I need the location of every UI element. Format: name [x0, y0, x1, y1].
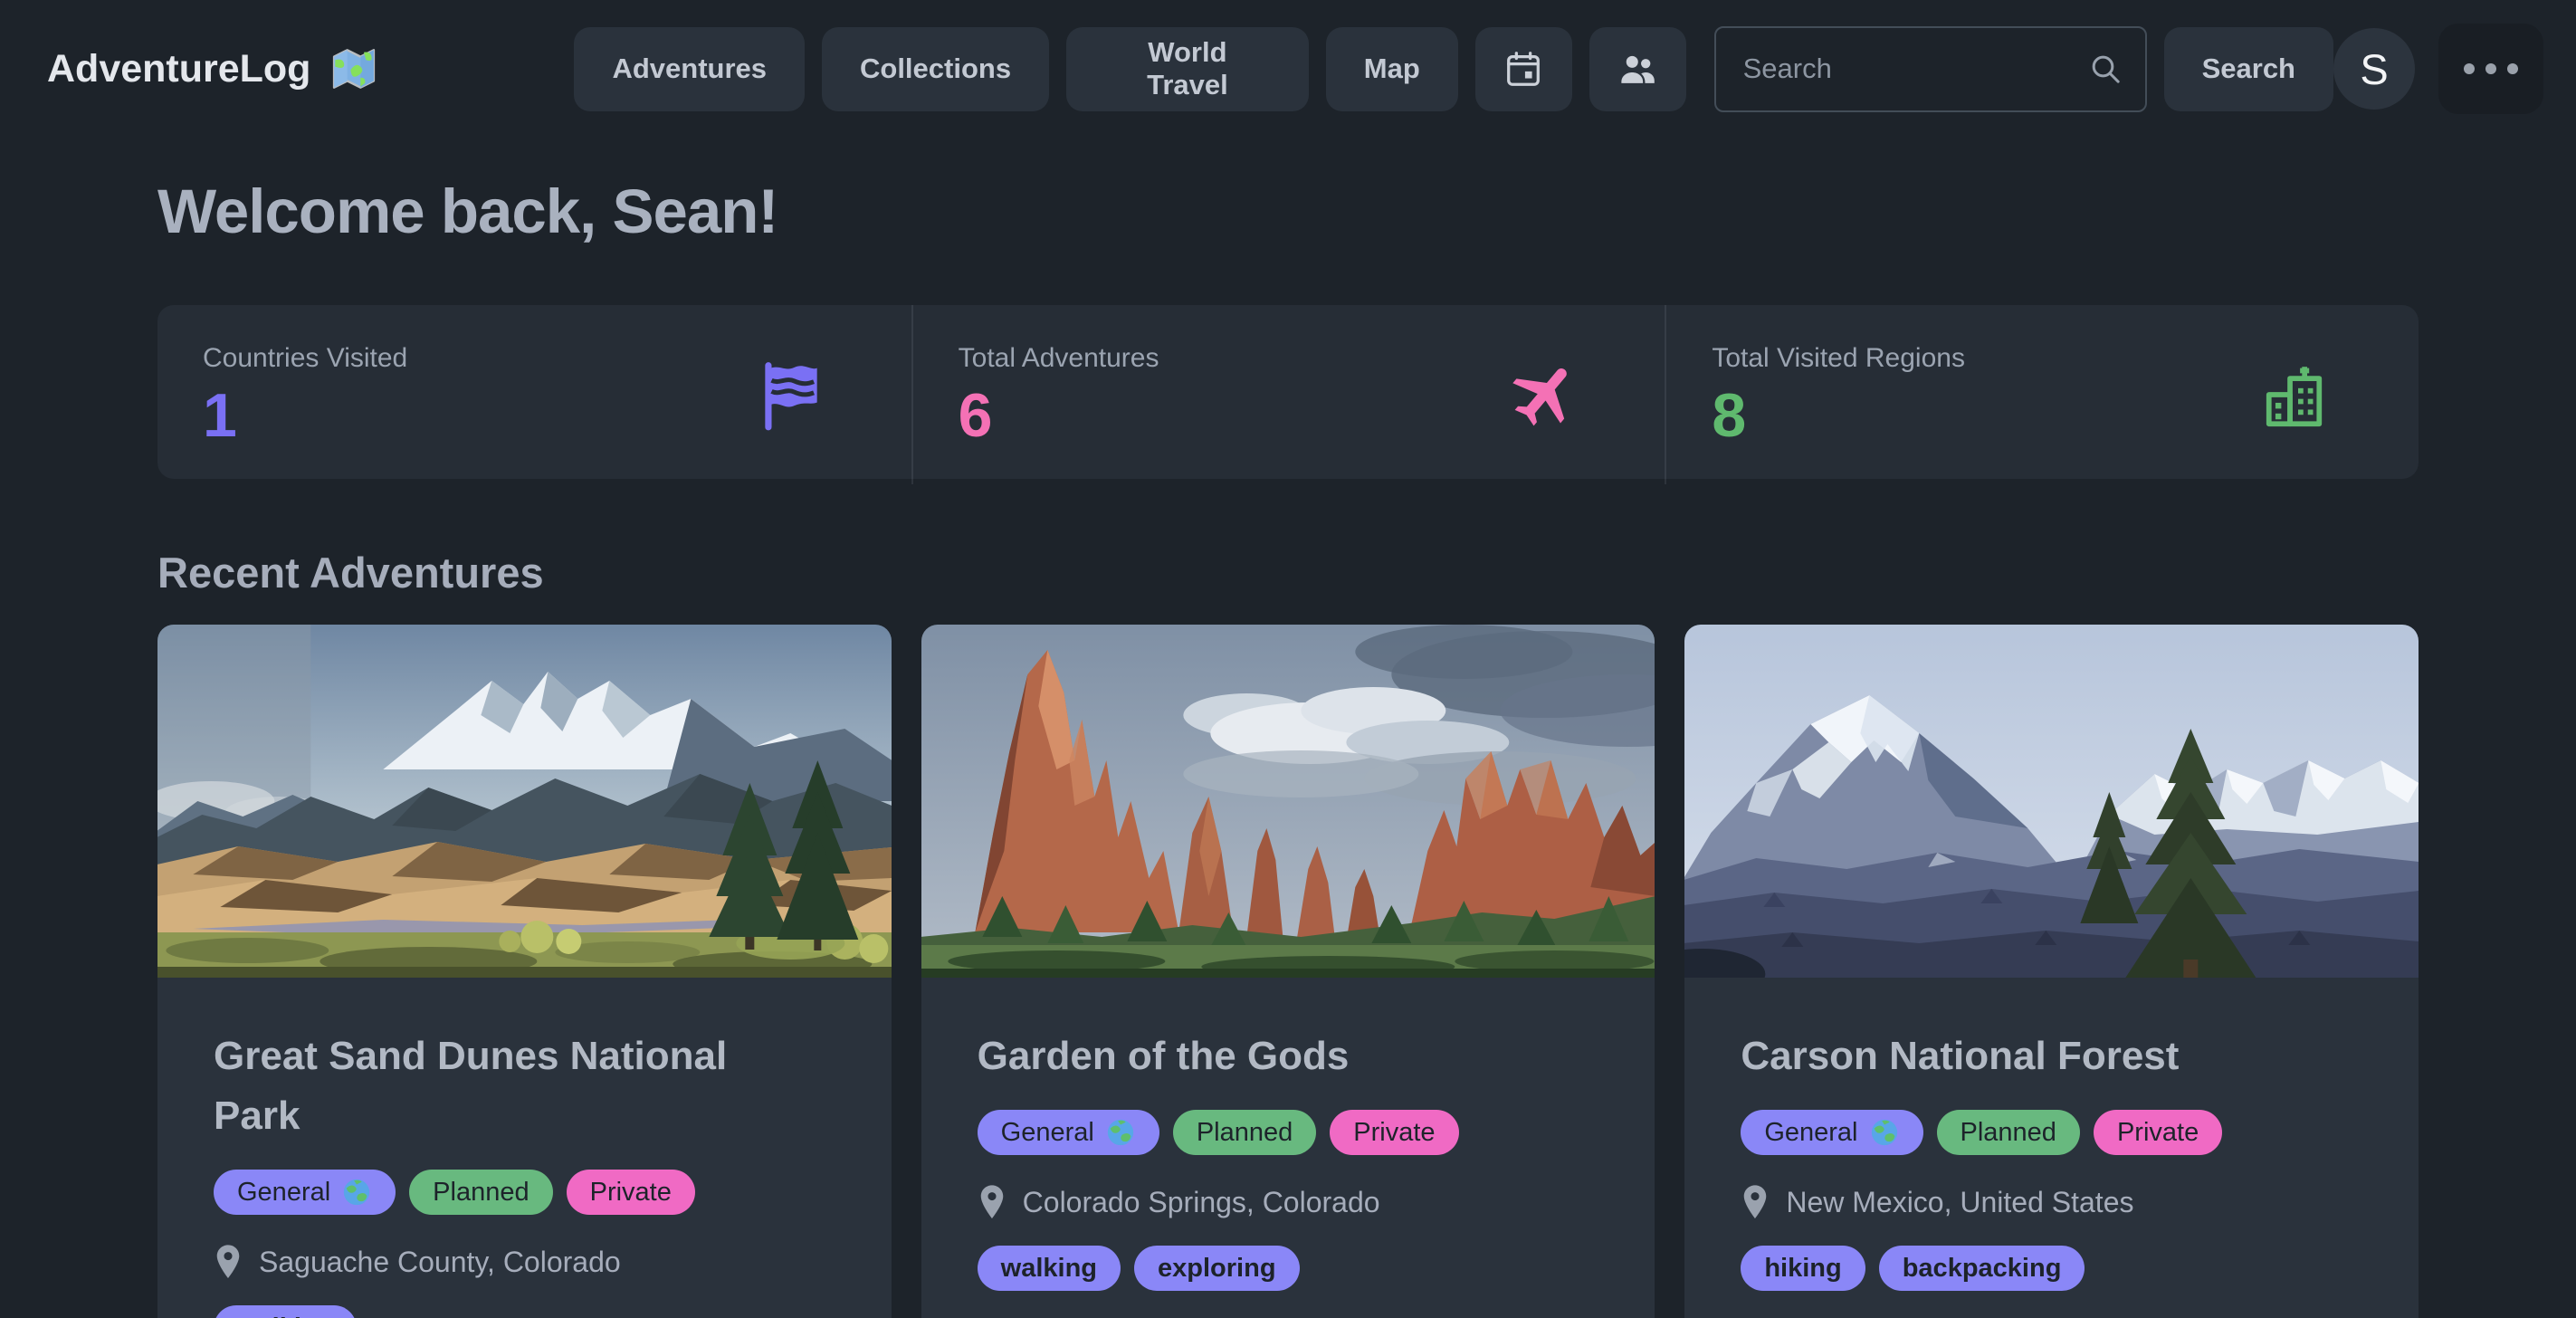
card-body: Great Sand Dunes National Park General P…: [157, 978, 892, 1318]
stat-total-adventures: Total Adventures 6: [911, 305, 1665, 484]
more-menu-button[interactable]: [2438, 24, 2543, 114]
ellipsis-icon: [2462, 62, 2520, 76]
stats-panel: Countries Visited 1 Total Adventures 6 T…: [157, 305, 2419, 479]
welcome-heading: Welcome back, Sean!: [157, 176, 2419, 247]
shared-users-button[interactable]: [1589, 27, 1686, 111]
search-field-wrap: [1714, 26, 2147, 112]
location-row: Colorado Springs, Colorado: [978, 1184, 1599, 1220]
flag-icon: [752, 356, 830, 434]
location-text: Colorado Springs, Colorado: [1023, 1186, 1380, 1219]
brand-name: AdventureLog: [47, 47, 310, 91]
activity-tag: walking: [978, 1246, 1121, 1291]
badge-private: Private: [2094, 1110, 2222, 1155]
stat-countries-visited: Countries Visited 1: [157, 305, 911, 484]
calendar-button[interactable]: [1475, 27, 1572, 111]
adventure-title[interactable]: Great Sand Dunes National Park: [214, 1027, 775, 1146]
carson-forest-photo[interactable]: [1684, 625, 2419, 978]
tag-row: hiking backpacking: [1741, 1246, 2362, 1291]
badge-private: Private: [567, 1170, 695, 1215]
tag-row: walking exploring: [978, 1246, 1599, 1291]
adventure-card[interactable]: Garden of the Gods General Planned Priva…: [921, 625, 1655, 1318]
nav-item-map[interactable]: Map: [1326, 27, 1458, 111]
card-body: Garden of the Gods General Planned Priva…: [921, 978, 1655, 1318]
location-pin-icon: [214, 1244, 243, 1280]
badge-row: General Planned Private: [978, 1110, 1599, 1155]
location-row: New Mexico, United States: [1741, 1184, 2362, 1220]
map-icon: [329, 43, 379, 94]
adventure-card[interactable]: Great Sand Dunes National Park General P…: [157, 625, 892, 1318]
navbar: AdventureLog Adventures Collections Worl…: [0, 0, 2576, 138]
app-logo[interactable]: AdventureLog: [47, 43, 379, 94]
badge-planned: Planned: [1937, 1110, 2080, 1155]
adventure-title[interactable]: Garden of the Gods: [978, 1027, 1539, 1086]
adventure-title[interactable]: Carson National Forest: [1741, 1027, 2302, 1086]
users-icon: [1617, 48, 1658, 90]
badge-row: General Planned Private: [1741, 1110, 2362, 1155]
card-body: Carson National Forest General Planned P…: [1684, 978, 2419, 1318]
city-icon: [2259, 356, 2337, 434]
section-heading: Recent Adventures: [157, 548, 2419, 597]
navbar-right: S: [2333, 24, 2543, 114]
recent-adventures-grid: Great Sand Dunes National Park General P…: [157, 625, 2419, 1318]
sand-dunes-photo[interactable]: [157, 625, 892, 978]
calendar-icon: [1503, 48, 1544, 90]
badge-planned: Planned: [1173, 1110, 1316, 1155]
nav-item-adventures[interactable]: Adventures: [574, 27, 805, 111]
tag-row: walking: [214, 1305, 835, 1318]
main-content: Welcome back, Sean! Countries Visited 1 …: [0, 176, 2576, 1318]
nav-item-world-travel[interactable]: World Travel: [1066, 27, 1309, 111]
nav-item-collections[interactable]: Collections: [822, 27, 1049, 111]
search-input[interactable]: [1714, 26, 2147, 112]
location-text: Saguache County, Colorado: [259, 1246, 621, 1279]
stat-total-visited-regions: Total Visited Regions 8: [1665, 305, 2419, 484]
search-icon: [2087, 51, 2123, 87]
globe-icon: [1105, 1117, 1136, 1148]
badge-general: General: [214, 1170, 396, 1215]
location-row: Saguache County, Colorado: [214, 1244, 835, 1280]
location-pin-icon: [978, 1184, 1007, 1220]
primary-nav: Adventures Collections World Travel Map: [574, 26, 2333, 112]
badge-planned: Planned: [409, 1170, 552, 1215]
activity-tag: backpacking: [1879, 1246, 2085, 1291]
search-button[interactable]: Search: [2164, 27, 2333, 111]
garden-of-the-gods-photo[interactable]: [921, 625, 1655, 978]
location-pin-icon: [1741, 1184, 1770, 1220]
globe-icon: [1869, 1117, 1900, 1148]
badge-private: Private: [1330, 1110, 1458, 1155]
airplane-icon: [1505, 356, 1583, 434]
badge-general: General: [1741, 1110, 1922, 1155]
activity-tag: exploring: [1134, 1246, 1300, 1291]
adventure-card[interactable]: Carson National Forest General Planned P…: [1684, 625, 2419, 1318]
badge-general: General: [978, 1110, 1159, 1155]
badge-row: General Planned Private: [214, 1170, 835, 1215]
location-text: New Mexico, United States: [1786, 1186, 2133, 1219]
activity-tag: hiking: [1741, 1246, 1865, 1291]
activity-tag: walking: [214, 1305, 357, 1318]
avatar[interactable]: S: [2333, 28, 2415, 110]
globe-icon: [341, 1177, 372, 1208]
